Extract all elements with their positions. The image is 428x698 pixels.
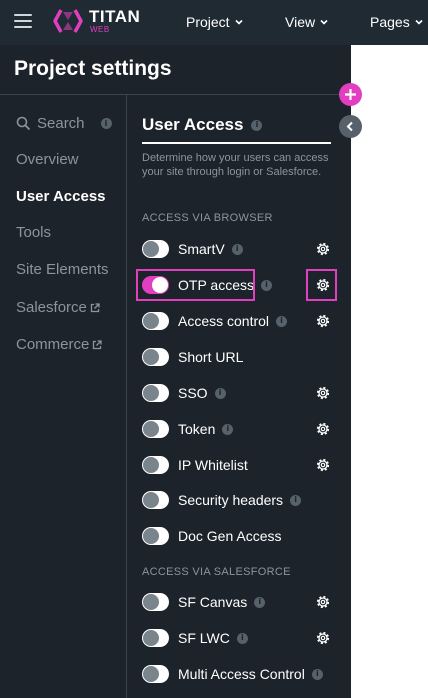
toggle-switch[interactable]	[142, 629, 169, 647]
info-icon[interactable]: i	[214, 387, 226, 399]
collapse-panel-button[interactable]	[339, 115, 362, 138]
info-icon[interactable]: i	[290, 494, 302, 506]
section-title-label: User Access	[142, 115, 244, 134]
group-label-salesforce: ACCESS VIA SALESFORCE	[142, 566, 291, 578]
toggle-switch[interactable]	[142, 384, 169, 402]
sidebar-item-label: Overview	[16, 151, 79, 168]
gear-icon[interactable]	[315, 241, 331, 257]
gear-icon[interactable]	[315, 313, 331, 329]
divider	[0, 94, 351, 95]
info-icon[interactable]: i	[254, 596, 266, 608]
toggle-switch[interactable]	[142, 240, 169, 258]
hamburger-icon[interactable]	[14, 14, 32, 28]
access-row-sf-canvas: SF Canvas i	[142, 592, 342, 612]
sidebar-item-label: Search	[37, 115, 85, 132]
brand-name: TITAN	[89, 7, 141, 26]
access-row-security-headers: Security headers i	[142, 490, 342, 510]
section-title: User Access i	[142, 115, 263, 135]
access-label: SF Canvas	[178, 594, 248, 610]
menu-pages[interactable]: Pages	[370, 14, 424, 30]
sidebar-item-overview[interactable]: Overview	[16, 151, 79, 168]
chevron-down-icon	[320, 19, 328, 25]
project-settings-panel: Project settings Search i Overview User …	[0, 45, 351, 698]
access-row-sso: SSO i	[142, 383, 342, 403]
access-label: Short URL	[178, 349, 244, 365]
highlight-otp-settings	[306, 269, 337, 301]
access-row-short-url: Short URL	[142, 347, 342, 367]
group-label-browser: ACCESS VIA BROWSER	[142, 212, 273, 224]
titan-logo-icon	[53, 9, 83, 33]
panel-title: Project settings	[14, 57, 172, 80]
sidebar-item-salesforce[interactable]: Salesforce	[16, 299, 100, 316]
sidebar-item-site-elements[interactable]: Site Elements	[16, 261, 109, 278]
sidebar-item-label: User Access	[16, 188, 106, 205]
gear-icon[interactable]	[315, 594, 331, 610]
access-row-doc-gen: Doc Gen Access	[142, 526, 342, 546]
gear-icon[interactable]	[315, 385, 331, 401]
chevron-down-icon	[235, 19, 243, 25]
chevron-left-icon	[346, 121, 353, 132]
brand-subtitle: WEB	[90, 25, 110, 34]
external-link-icon	[93, 339, 103, 349]
access-label: SSO	[178, 385, 208, 401]
access-row-smartv: SmartV i	[142, 239, 342, 259]
divider	[142, 142, 331, 144]
info-icon[interactable]: i	[276, 315, 288, 327]
sidebar-item-commerce[interactable]: Commerce	[16, 336, 103, 353]
menu-project-label: Project	[186, 14, 230, 30]
toggle-switch[interactable]	[142, 527, 169, 545]
gear-icon[interactable]	[315, 630, 331, 646]
access-row-multi-access-control: Multi Access Control i	[142, 664, 342, 684]
access-label: SF LWC	[178, 630, 230, 646]
external-link-icon	[90, 302, 100, 312]
access-label: Multi Access Control	[178, 666, 305, 682]
info-icon[interactable]: i	[251, 119, 263, 131]
info-icon[interactable]: i	[261, 279, 272, 291]
access-label: Access control	[178, 313, 270, 329]
sidebar-item-label: Commerce	[16, 336, 90, 353]
sidebar-item-label: Tools	[16, 224, 52, 241]
sidebar-item-tools[interactable]: Tools	[16, 224, 51, 241]
menu-view-label: View	[285, 14, 316, 30]
access-row-access-control: Access control i	[142, 311, 342, 331]
access-label: Doc Gen Access	[178, 528, 282, 544]
sidebar-item-search[interactable]: Search i	[16, 115, 112, 132]
gear-icon[interactable]	[315, 421, 331, 437]
search-icon	[16, 116, 31, 131]
top-nav-bar: TITAN WEB Project View Pages	[0, 0, 428, 45]
info-icon[interactable]: i	[231, 243, 243, 255]
info-icon[interactable]: i	[311, 668, 323, 680]
access-label: IP Whitelist	[178, 457, 248, 473]
toggle-switch[interactable]	[142, 593, 169, 611]
info-icon[interactable]: i	[236, 632, 248, 644]
toggle-switch[interactable]	[142, 312, 169, 330]
toggle-switch[interactable]	[142, 456, 169, 474]
menu-view[interactable]: View	[285, 14, 329, 30]
access-label: Security headers	[178, 492, 284, 508]
divider	[126, 95, 127, 698]
toggle-switch[interactable]	[142, 491, 169, 509]
access-row-token: Token i	[142, 419, 342, 439]
menu-project[interactable]: Project	[186, 14, 244, 30]
info-icon[interactable]: i	[100, 118, 112, 129]
access-label: Token	[178, 421, 216, 437]
highlight-otp-toggle	[136, 269, 255, 301]
section-description: Determine how your users can access your…	[142, 152, 329, 178]
add-button[interactable]	[339, 83, 362, 106]
toggle-switch[interactable]	[142, 665, 169, 683]
sidebar-item-label: Site Elements	[16, 261, 109, 278]
menu-pages-label: Pages	[370, 14, 410, 30]
gear-icon[interactable]	[315, 457, 331, 473]
access-label: SmartV	[178, 241, 225, 257]
access-row-sf-lwc: SF LWC i	[142, 628, 342, 648]
sidebar-item-user-access[interactable]: User Access	[16, 188, 106, 205]
toggle-switch[interactable]	[142, 348, 169, 366]
chevron-down-icon	[415, 19, 423, 25]
info-icon[interactable]: i	[222, 423, 234, 435]
access-row-ip-whitelist: IP Whitelist	[142, 455, 342, 475]
sidebar-item-label: Salesforce	[16, 299, 87, 316]
toggle-switch[interactable]	[142, 420, 169, 438]
plus-icon	[345, 89, 356, 100]
